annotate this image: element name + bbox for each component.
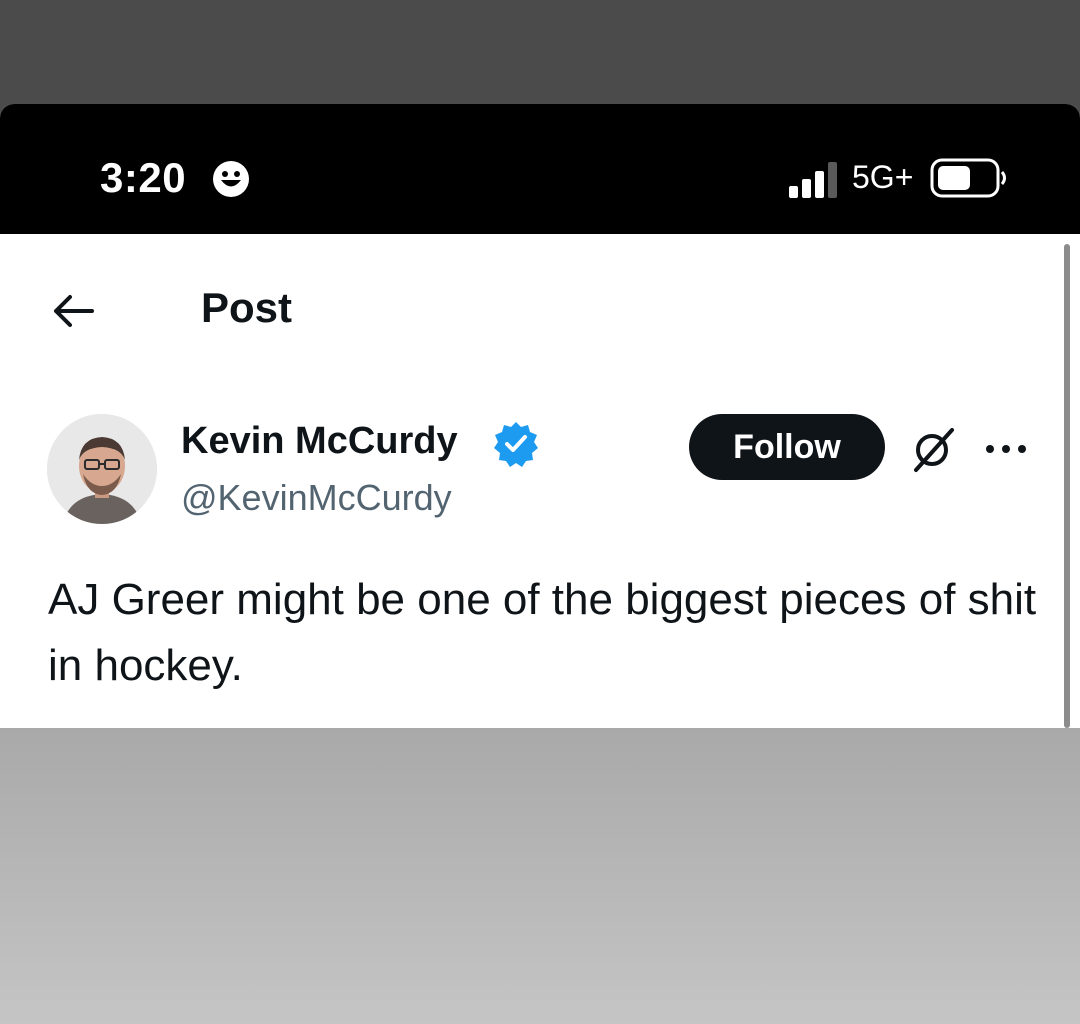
post-detail: Post Kevin McCurdy @KevinMcCurdy Follow [0,234,1080,728]
author-display-name[interactable]: Kevin McCurdy [181,420,458,463]
avatar[interactable] [47,414,157,524]
more-icon[interactable] [984,434,1028,464]
post-text: AJ Greer might be one of the biggest pie… [48,575,1037,690]
phone-screen: 3:20 5G+ Post Kevin McCurdy @KevinMcCurd… [0,104,1080,728]
back-arrow-icon[interactable] [50,288,96,334]
follow-button[interactable]: Follow [689,414,885,480]
network-type: 5G+ [852,159,914,195]
verified-badge-icon [494,422,538,467]
backdrop-top [0,0,1080,104]
status-bar: 3:20 5G+ [0,104,1080,234]
backdrop-bottom [0,728,1080,1024]
status-time: 3:20 [100,154,187,201]
author-handle[interactable]: @KevinMcCurdy [181,477,452,519]
scrollbar[interactable] [1064,244,1070,728]
smiley-icon [213,161,249,197]
avatar-photo [47,414,157,524]
page-title: Post [201,284,293,331]
grok-icon[interactable] [908,424,958,474]
battery-icon [930,158,1006,198]
signal-icon [789,162,837,198]
